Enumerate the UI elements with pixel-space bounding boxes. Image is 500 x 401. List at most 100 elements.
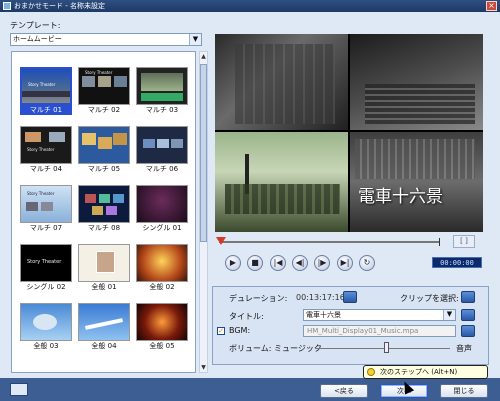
seek-track[interactable]	[219, 241, 439, 243]
template-item-label: シングル 02	[26, 283, 66, 291]
volume-label: ボリューム: ミュージック	[229, 344, 322, 353]
title-edit-button[interactable]	[461, 309, 475, 321]
template-item-general-01[interactable]: 全般 01	[78, 244, 130, 292]
tooltip-text: 次のステップへ (Alt+N)	[380, 368, 458, 376]
trim-clip-button[interactable]: [ ]	[453, 235, 475, 248]
help-icon[interactable]	[10, 383, 28, 396]
template-thumbnail: Story Theater	[20, 185, 72, 223]
title-value: 電車十六景	[306, 311, 341, 319]
template-item-multi-04[interactable]: Story Theater マルチ 04	[20, 126, 72, 174]
template-item-label: マルチ 05	[87, 165, 121, 173]
next-icon: ▶|	[340, 258, 350, 267]
play-button[interactable]: ▶	[225, 255, 241, 271]
template-thumbnail	[78, 185, 130, 223]
template-thumbnail	[136, 185, 188, 223]
close-button[interactable]: 閉じる	[440, 384, 488, 398]
template-thumbnail	[78, 244, 130, 282]
step-forward-button[interactable]: |▶	[314, 255, 330, 271]
scrollbar-thumb[interactable]	[200, 64, 207, 242]
prev-icon: |◀	[273, 258, 283, 267]
template-item-label: 全般 03	[33, 342, 59, 350]
template-item-single-01[interactable]: シングル 01	[136, 185, 188, 233]
template-thumbnail	[136, 126, 188, 164]
bgm-checkbox[interactable]: ✓	[217, 327, 225, 335]
seek-knob[interactable]	[216, 237, 226, 245]
template-item-multi-05[interactable]: マルチ 05	[78, 126, 130, 174]
template-item-label: 全般 02	[149, 283, 175, 291]
duration-value: 00:13:17:16	[296, 293, 345, 302]
template-thumbnail	[136, 244, 188, 282]
step-back-button[interactable]: ◀|	[292, 255, 308, 271]
template-item-label: マルチ 06	[145, 165, 179, 173]
template-list: Story Theater マルチ 01 Story Theater マルチ 0…	[11, 51, 196, 373]
template-item-label: マルチ 01	[20, 105, 72, 115]
template-item-general-05[interactable]: 全般 05	[136, 303, 188, 351]
go-to-end-button[interactable]: ▶|	[337, 255, 353, 271]
template-item-general-03[interactable]: 全般 03	[20, 303, 72, 351]
template-label: テンプレート:	[10, 21, 61, 30]
stop-icon: ■	[251, 258, 259, 267]
template-item-single-02[interactable]: Story Theater シングル 02	[20, 244, 72, 292]
volume-knob[interactable]	[384, 342, 389, 353]
template-item-multi-03[interactable]: マルチ 03	[136, 67, 188, 115]
step-back-icon: ◀|	[295, 258, 305, 267]
template-item-multi-02[interactable]: Story Theater マルチ 02	[78, 67, 130, 115]
template-item-label: マルチ 07	[29, 224, 63, 232]
bgm-browse-button[interactable]	[461, 325, 475, 337]
volume-right-label: 音声	[456, 344, 472, 353]
loop-button[interactable]: ↻	[359, 255, 375, 271]
scroll-down-icon[interactable]: ▼	[200, 363, 207, 372]
template-item-label: マルチ 08	[87, 224, 121, 232]
clip-select-label: クリップを選択:	[400, 294, 459, 303]
close-window-button[interactable]: ×	[486, 1, 497, 11]
template-thumbnail	[136, 67, 188, 105]
template-thumbnail: Story Theater	[78, 67, 130, 105]
template-item-label: 全般 04	[91, 342, 117, 350]
bgm-file-field[interactable]: HM_Multi_Display01_Music.mpa	[303, 325, 456, 337]
template-thumbnail: Story Theater	[20, 67, 72, 105]
volume-track[interactable]	[315, 348, 450, 349]
window-title: おまかせモード - 名称未設定	[14, 2, 105, 10]
go-to-start-button[interactable]: |◀	[270, 255, 286, 271]
template-list-scrollbar[interactable]: ▲ ▼	[199, 51, 208, 373]
template-category-value: ホームムービー	[13, 35, 62, 43]
template-item-label: シングル 01	[142, 224, 182, 232]
template-item-multi-06[interactable]: マルチ 06	[136, 126, 188, 174]
template-thumbnail	[136, 303, 188, 341]
step-forward-icon: |▶	[317, 258, 327, 267]
template-thumbnail: Story Theater	[20, 126, 72, 164]
app-icon	[3, 2, 11, 10]
template-item-label: マルチ 03	[145, 106, 179, 114]
template-item-general-02[interactable]: 全般 02	[136, 244, 188, 292]
template-thumbnail	[20, 303, 72, 341]
title-label: タイトル:	[229, 312, 264, 321]
preview-seekbar[interactable]: [ ]	[215, 235, 483, 249]
template-item-label: マルチ 04	[29, 165, 63, 173]
chevron-down-icon[interactable]: ▼	[443, 310, 455, 320]
main-window: おまかせモード - 名称未設定 × テンプレート: ホームムービー ▼ Stor…	[0, 0, 500, 401]
clip-select-button[interactable]	[461, 291, 475, 303]
template-category-select[interactable]: ホームムービー ▼	[10, 33, 202, 46]
duration-label: デュレーション:	[229, 294, 288, 303]
timecode-display: 00:00:00	[432, 257, 482, 268]
template-item-multi-08[interactable]: マルチ 08	[78, 185, 130, 233]
template-thumbnail: Story Theater	[20, 244, 72, 282]
preview-overlay-title: 電車十六景	[358, 187, 443, 207]
template-item-general-04[interactable]: 全般 04	[78, 303, 130, 351]
template-item-multi-01[interactable]: Story Theater マルチ 01	[20, 67, 72, 115]
play-icon: ▶	[229, 258, 237, 267]
tooltip-icon	[367, 368, 375, 376]
seek-end-marker	[439, 238, 440, 246]
back-button[interactable]: <戻る	[320, 384, 368, 398]
next-button-tooltip: 次のステップへ (Alt+N)	[363, 365, 488, 379]
loop-icon: ↻	[363, 258, 371, 267]
title-select[interactable]: 電車十六景 ▼	[303, 309, 456, 321]
template-item-multi-07[interactable]: Story Theater マルチ 07	[20, 185, 72, 233]
template-thumbnail	[78, 303, 130, 341]
info-icon[interactable]	[343, 291, 357, 303]
scroll-up-icon[interactable]: ▲	[200, 52, 207, 61]
chevron-down-icon[interactable]: ▼	[189, 34, 201, 45]
template-item-label: 全般 01	[91, 283, 117, 291]
bgm-label: BGM:	[229, 326, 251, 335]
stop-button[interactable]: ■	[247, 255, 263, 271]
